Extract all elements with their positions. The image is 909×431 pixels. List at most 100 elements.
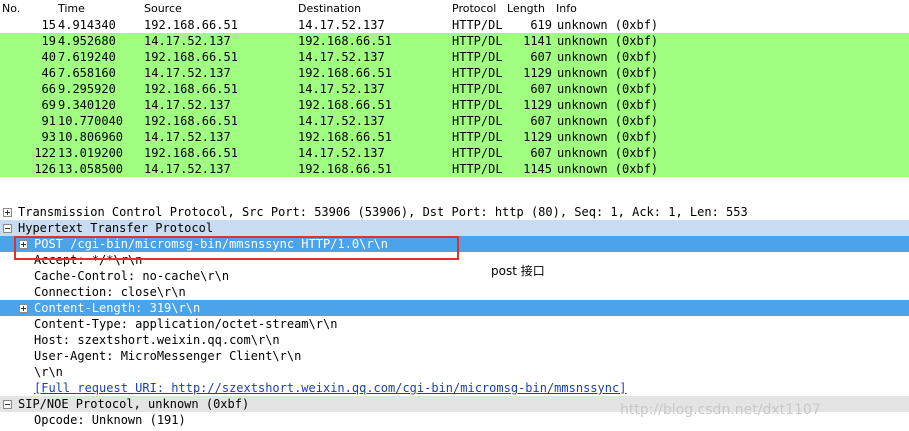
packet-length: 619: [530, 18, 552, 32]
packet-info: unknown (0xbf): [557, 114, 659, 128]
packet-no: 126: [34, 162, 56, 176]
packet-row[interactable]: 15 4.914340 192.168.66.51 14.17.52.137 H…: [0, 17, 909, 33]
packet-time: 7.658160: [58, 66, 116, 80]
packet-length: 607: [530, 114, 552, 128]
packet-row[interactable]: 91 10.770040 192.168.66.51 14.17.52.137 …: [0, 113, 909, 129]
packet-length: 1129: [523, 98, 552, 112]
packet-no: 66: [41, 82, 56, 96]
packet-info: unknown (0xbf): [557, 146, 659, 160]
packet-length: 607: [530, 50, 552, 64]
packet-time: 13.058500: [58, 162, 124, 176]
packet-destination: 192.168.66.51: [298, 98, 392, 112]
packet-destination: 14.17.52.137: [298, 114, 385, 128]
expand-plus-icon[interactable]: [19, 304, 28, 313]
packet-time: 9.340120: [58, 98, 116, 112]
packet-protocol: HTTP/DL: [452, 130, 503, 144]
packet-info: unknown (0xbf): [557, 130, 659, 144]
packet-length: 607: [530, 82, 552, 96]
tree-item-label: Content-Length: 319\r\n: [34, 301, 201, 315]
tree-item-http[interactable]: Hypertext Transfer Protocol: [0, 220, 909, 236]
highlight-box: [14, 236, 459, 260]
packet-row[interactable]: 66 9.295920 192.168.66.51 14.17.52.137 H…: [0, 81, 909, 97]
packet-no: 15: [41, 18, 56, 32]
tree-item-tcp[interactable]: Transmission Control Protocol, Src Port:…: [0, 204, 909, 220]
tree-item-cache-control[interactable]: Cache-Control: no-cache\r\n: [0, 268, 909, 284]
packet-info: unknown (0xbf): [557, 98, 659, 112]
packet-destination: 192.168.66.51: [298, 130, 392, 144]
col-protocol-header[interactable]: Protocol: [452, 2, 496, 15]
packet-destination: 192.168.66.51: [298, 34, 392, 48]
packet-protocol: HTTP/DL: [452, 162, 503, 176]
packet-info: unknown (0xbf): [557, 162, 659, 176]
col-info-header[interactable]: Info: [556, 2, 577, 15]
packet-info: unknown (0xbf): [557, 34, 659, 48]
packet-row[interactable]: 93 10.806960 14.17.52.137 192.168.66.51 …: [0, 129, 909, 145]
packet-source: 192.168.66.51: [144, 50, 238, 64]
packet-destination: 14.17.52.137: [298, 18, 385, 32]
packet-destination: 192.168.66.51: [298, 66, 392, 80]
watermark: http://blog.csdn.net/dxt1107: [620, 402, 821, 418]
packet-protocol: HTTP/DL: [452, 34, 503, 48]
packet-row[interactable]: 40 7.619240 192.168.66.51 14.17.52.137 H…: [0, 49, 909, 65]
collapse-minus-icon[interactable]: [3, 224, 12, 233]
packet-no: 122: [34, 146, 56, 160]
full-request-uri-link[interactable]: [Full request URI: http://szextshort.wei…: [34, 381, 626, 395]
packet-time: 9.295920: [58, 82, 116, 96]
packet-time: 4.952680: [58, 34, 116, 48]
tree-item-full-request-uri[interactable]: [Full request URI: http://szextshort.wei…: [0, 380, 909, 396]
packet-time: 10.770040: [58, 114, 124, 128]
packet-row[interactable]: 126 13.058500 14.17.52.137 192.168.66.51…: [0, 161, 909, 177]
col-source-header[interactable]: Source: [144, 2, 182, 15]
tree-item-label: Content-Type: application/octet-stream\r…: [34, 317, 338, 331]
packet-info: unknown (0xbf): [557, 66, 659, 80]
col-no-header[interactable]: No.: [2, 2, 20, 15]
packet-list-header: No. Time Source Destination Protocol Len…: [0, 0, 909, 16]
packet-time: 13.019200: [58, 146, 124, 160]
packet-destination: 14.17.52.137: [298, 146, 385, 160]
tree-item-crlf[interactable]: \r\n: [0, 364, 909, 380]
tree-item-label: Opcode: Unknown (191): [34, 413, 186, 427]
packet-source: 192.168.66.51: [144, 146, 238, 160]
packet-row[interactable]: 69 9.340120 14.17.52.137 192.168.66.51 H…: [0, 97, 909, 113]
packet-length: 607: [530, 146, 552, 160]
packet-length: 1129: [523, 130, 552, 144]
collapse-minus-icon[interactable]: [3, 400, 12, 409]
tree-item-host[interactable]: Host: szextshort.weixin.qq.com\r\n: [0, 332, 909, 348]
packet-row[interactable]: 122 13.019200 192.168.66.51 14.17.52.137…: [0, 145, 909, 161]
packet-source: 14.17.52.137: [144, 34, 231, 48]
packet-destination: 192.168.66.51: [298, 162, 392, 176]
packet-protocol: HTTP/DL: [452, 146, 503, 160]
col-destination-header[interactable]: Destination: [298, 2, 361, 15]
tree-item-label: Connection: close\r\n: [34, 285, 186, 299]
packet-no: 46: [41, 66, 56, 80]
tree-item-label: Host: szextshort.weixin.qq.com\r\n: [34, 333, 280, 347]
packet-source: 192.168.66.51: [144, 82, 238, 96]
packet-source: 192.168.66.51: [144, 114, 238, 128]
packet-list: 15 4.914340 192.168.66.51 14.17.52.137 H…: [0, 17, 909, 177]
packet-source: 14.17.52.137: [144, 98, 231, 112]
packet-no: 19: [41, 34, 56, 48]
tree-item-label: Hypertext Transfer Protocol: [18, 221, 214, 235]
packet-destination: 14.17.52.137: [298, 50, 385, 64]
packet-row[interactable]: 46 7.658160 14.17.52.137 192.168.66.51 H…: [0, 65, 909, 81]
tree-item-connection[interactable]: Connection: close\r\n: [0, 284, 909, 300]
packet-row[interactable]: 19 4.952680 14.17.52.137 192.168.66.51 H…: [0, 33, 909, 49]
col-length-header[interactable]: Length: [507, 2, 545, 15]
packet-info: unknown (0xbf): [557, 18, 659, 32]
packet-no: 40: [41, 50, 56, 64]
tree-item-content-type[interactable]: Content-Type: application/octet-stream\r…: [0, 316, 909, 332]
packet-protocol: HTTP/DL: [452, 98, 503, 112]
tree-item-label: Transmission Control Protocol, Src Port:…: [18, 205, 748, 219]
packet-info: unknown (0xbf): [557, 50, 659, 64]
packet-protocol: HTTP/DL: [452, 82, 503, 96]
tree-item-content-length[interactable]: Content-Length: 319\r\n: [0, 300, 909, 316]
tree-item-user-agent[interactable]: User-Agent: MicroMessenger Client\r\n: [0, 348, 909, 364]
col-time-header[interactable]: Time: [58, 2, 85, 15]
packet-length: 1145: [523, 162, 552, 176]
expand-plus-icon[interactable]: [3, 208, 12, 217]
packet-source: 14.17.52.137: [144, 162, 231, 176]
packet-time: 4.914340: [58, 18, 116, 32]
packet-no: 91: [41, 114, 56, 128]
tree-item-label: Cache-Control: no-cache\r\n: [34, 269, 230, 283]
packet-source: 192.168.66.51: [144, 18, 238, 32]
